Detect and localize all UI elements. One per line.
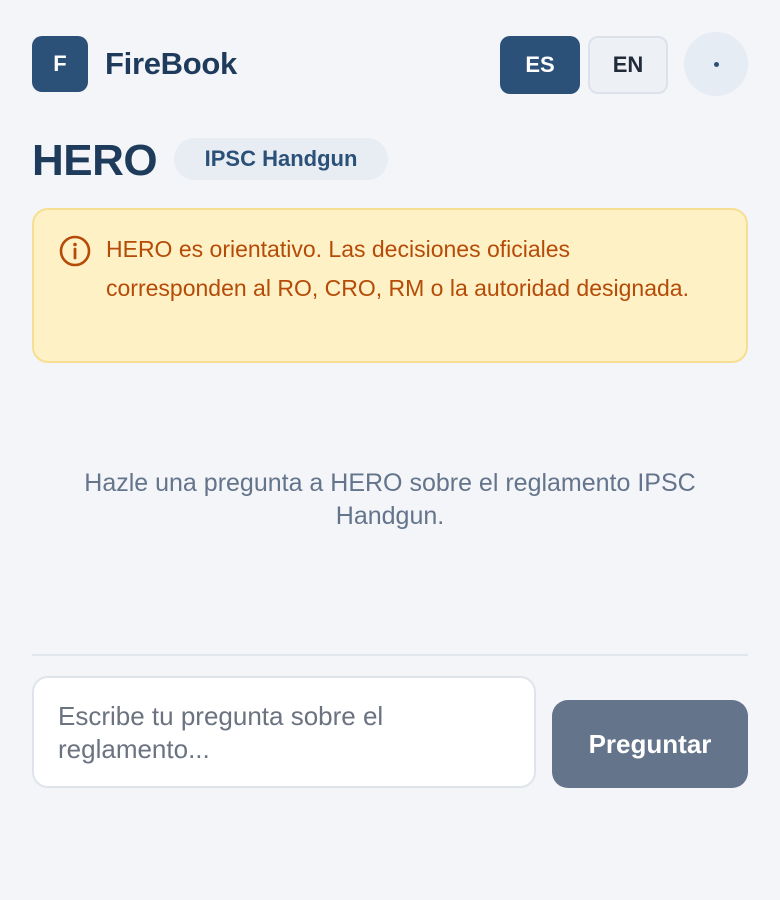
user-menu-button[interactable] bbox=[684, 32, 748, 96]
empty-chat-message: Hazle una pregunta a HERO sobre el regla… bbox=[84, 469, 696, 530]
info-icon bbox=[59, 235, 91, 267]
language-es-button[interactable]: ES bbox=[500, 36, 580, 94]
disclaimer-notice: HERO es orientativo. Las decisiones ofic… bbox=[32, 208, 748, 363]
question-input[interactable] bbox=[32, 676, 536, 788]
logo-badge[interactable]: F bbox=[32, 36, 88, 92]
divider bbox=[32, 654, 748, 656]
brand-name[interactable]: FireBook bbox=[105, 46, 237, 82]
page-title: HERO bbox=[32, 136, 158, 185]
ask-button[interactable]: Preguntar bbox=[552, 700, 748, 788]
disclaimer-text: HERO es orientativo. Las decisiones ofic… bbox=[106, 236, 689, 301]
app-header: F FireBook ES EN bbox=[32, 32, 748, 96]
ruleset-badge: IPSC Handgun bbox=[174, 138, 388, 180]
language-en-button[interactable]: EN bbox=[588, 36, 668, 94]
dot-icon bbox=[713, 61, 719, 67]
